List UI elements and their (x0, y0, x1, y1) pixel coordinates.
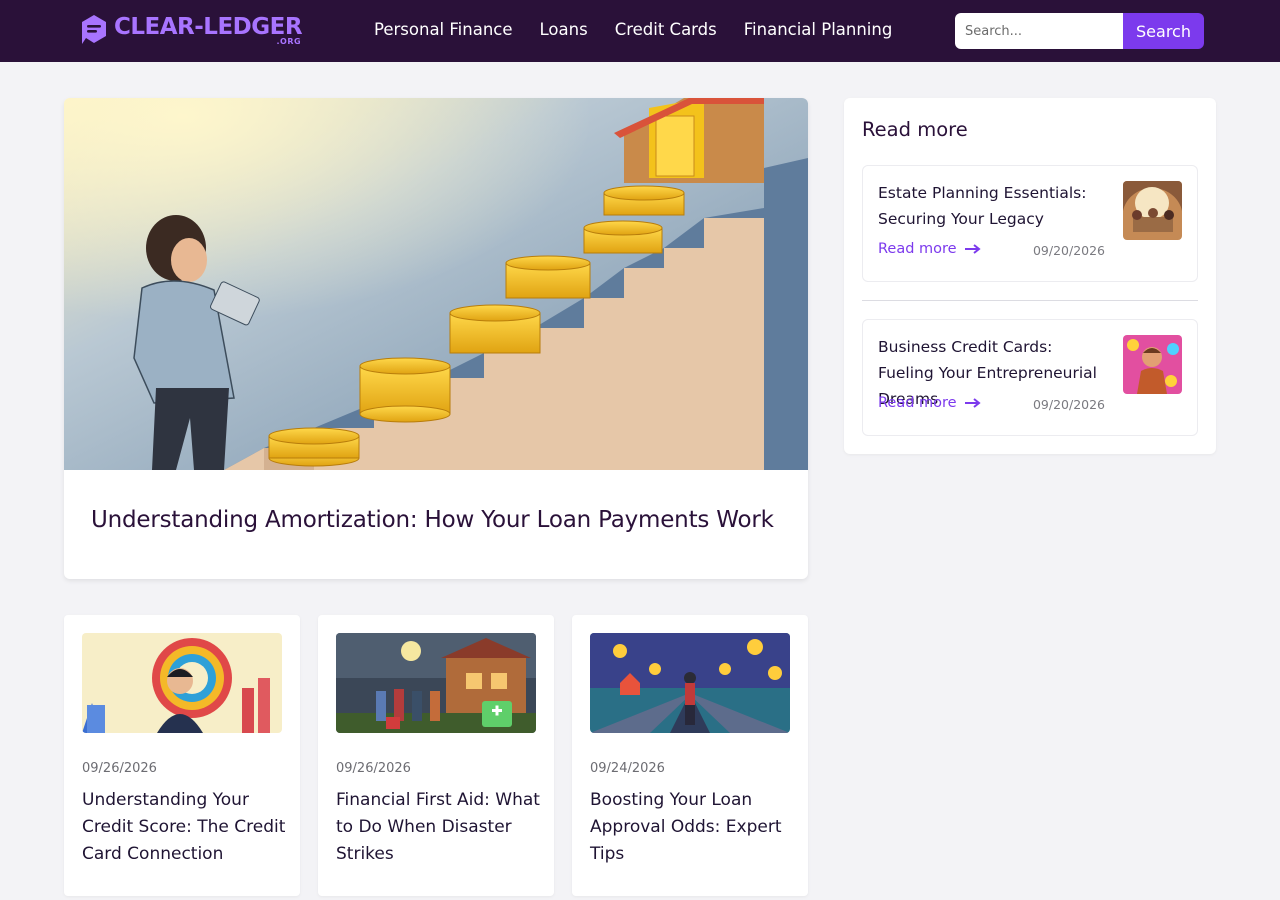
sidebar-divider (862, 300, 1198, 301)
read-more-link[interactable]: Read more (878, 241, 981, 257)
read-more-label: Read more (878, 395, 957, 411)
article-card[interactable]: 09/26/2026 Understanding Your Credit Sco… (64, 615, 300, 896)
article-card-title[interactable]: Financial First Aid: What to Do When Dis… (336, 787, 541, 868)
chat-bubble-icon (82, 15, 106, 44)
article-card-date: 09/26/2026 (82, 761, 157, 776)
article-card-date: 09/24/2026 (590, 761, 665, 776)
sidebar-article[interactable]: Business Credit Cards: Fueling Your Entr… (862, 319, 1198, 436)
read-more-heading: Read more (862, 118, 968, 141)
sidebar-article-thumbnail[interactable] (1123, 335, 1182, 394)
nav-financial-planning[interactable]: Financial Planning (744, 19, 893, 41)
logo-suffix: .ORG (276, 37, 302, 46)
article-card[interactable]: 09/26/2026 Financial First Aid: What to … (318, 615, 554, 896)
sidebar-article[interactable]: Estate Planning Essentials: Securing You… (862, 165, 1198, 282)
search-input[interactable] (955, 13, 1123, 49)
nav-loans[interactable]: Loans (540, 19, 588, 41)
read-more-panel: Read more Estate Planning Essentials: Se… (844, 98, 1216, 454)
sidebar-article-date: 09/20/2026 (1032, 243, 1105, 258)
search-button[interactable]: Search (1123, 13, 1204, 49)
read-more-link[interactable]: Read more (878, 395, 981, 411)
sidebar-article-date: 09/20/2026 (1032, 397, 1105, 412)
sidebar-article-title[interactable]: Estate Planning Essentials: Securing You… (878, 180, 1103, 232)
featured-article[interactable]: Understanding Amortization: How Your Loa… (64, 98, 808, 579)
article-card[interactable]: 09/24/2026 Boosting Your Loan Approval O… (572, 615, 808, 896)
nav-credit-cards[interactable]: Credit Cards (615, 19, 717, 41)
logo-text: CLEAR-LEDGER (114, 14, 303, 40)
article-card-image[interactable] (590, 633, 790, 733)
article-card-image[interactable] (82, 633, 282, 733)
site-header: CLEAR-LEDGER .ORG Personal Finance Loans… (0, 0, 1280, 62)
article-card-title[interactable]: Boosting Your Loan Approval Odds: Expert… (590, 787, 795, 868)
article-card-date: 09/26/2026 (336, 761, 411, 776)
site-logo[interactable]: CLEAR-LEDGER .ORG (80, 13, 303, 47)
search-form: Search (955, 13, 1204, 49)
article-card-image[interactable] (336, 633, 536, 733)
main-nav: Personal Finance Loans Credit Cards Fina… (374, 19, 919, 41)
sidebar-article-thumbnail[interactable] (1123, 181, 1182, 240)
featured-article-title[interactable]: Understanding Amortization: How Your Loa… (91, 507, 774, 533)
nav-personal-finance[interactable]: Personal Finance (374, 19, 513, 41)
article-card-title[interactable]: Understanding Your Credit Score: The Cre… (82, 787, 287, 868)
arrow-right-icon (964, 244, 981, 254)
read-more-label: Read more (878, 241, 957, 257)
featured-article-image[interactable] (64, 98, 808, 470)
arrow-right-icon (964, 398, 981, 408)
